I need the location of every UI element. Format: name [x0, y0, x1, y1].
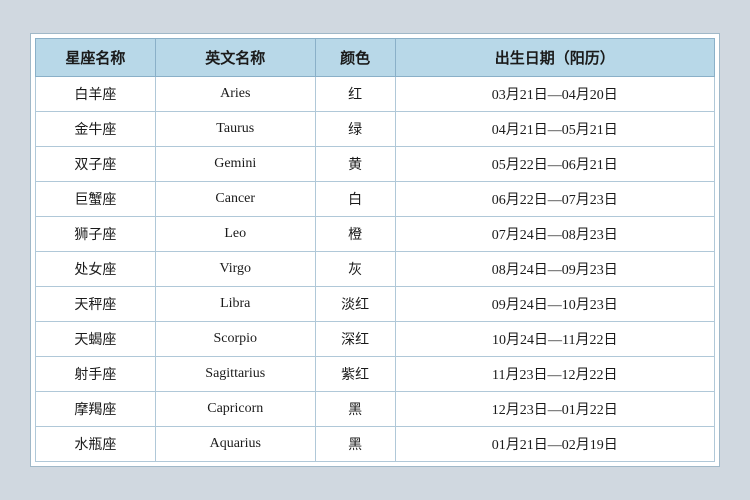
cell-color: 淡红 [315, 287, 395, 322]
zodiac-table-container: 星座名称 英文名称 颜色 出生日期（阳历） 白羊座Aries红03月21日—04… [30, 33, 720, 467]
cell-color: 橙 [315, 217, 395, 252]
table-row: 双子座Gemini黄05月22日—06月21日 [36, 147, 715, 182]
cell-english: Capricorn [155, 392, 315, 427]
cell-date: 04月21日—05月21日 [395, 112, 714, 147]
cell-chinese: 狮子座 [36, 217, 156, 252]
cell-date: 07月24日—08月23日 [395, 217, 714, 252]
table-row: 天秤座Libra淡红09月24日—10月23日 [36, 287, 715, 322]
cell-date: 09月24日—10月23日 [395, 287, 714, 322]
cell-english: Sagittarius [155, 357, 315, 392]
cell-chinese: 射手座 [36, 357, 156, 392]
cell-english: Leo [155, 217, 315, 252]
cell-english: Scorpio [155, 322, 315, 357]
cell-english: Libra [155, 287, 315, 322]
cell-date: 03月21日—04月20日 [395, 77, 714, 112]
table-row: 天蝎座Scorpio深红10月24日—11月22日 [36, 322, 715, 357]
cell-color: 黑 [315, 427, 395, 462]
table-row: 金牛座Taurus绿04月21日—05月21日 [36, 112, 715, 147]
cell-color: 绿 [315, 112, 395, 147]
cell-chinese: 双子座 [36, 147, 156, 182]
table-row: 巨蟹座Cancer白06月22日—07月23日 [36, 182, 715, 217]
cell-date: 05月22日—06月21日 [395, 147, 714, 182]
cell-chinese: 摩羯座 [36, 392, 156, 427]
cell-date: 01月21日—02月19日 [395, 427, 714, 462]
cell-color: 白 [315, 182, 395, 217]
cell-date: 12月23日—01月22日 [395, 392, 714, 427]
cell-color: 灰 [315, 252, 395, 287]
cell-chinese: 天蝎座 [36, 322, 156, 357]
cell-date: 06月22日—07月23日 [395, 182, 714, 217]
cell-chinese: 天秤座 [36, 287, 156, 322]
table-row: 狮子座Leo橙07月24日—08月23日 [36, 217, 715, 252]
cell-chinese: 白羊座 [36, 77, 156, 112]
table-row: 摩羯座Capricorn黑12月23日—01月22日 [36, 392, 715, 427]
cell-english: Aquarius [155, 427, 315, 462]
cell-english: Aries [155, 77, 315, 112]
cell-chinese: 金牛座 [36, 112, 156, 147]
cell-english: Taurus [155, 112, 315, 147]
cell-english: Virgo [155, 252, 315, 287]
cell-chinese: 水瓶座 [36, 427, 156, 462]
cell-english: Gemini [155, 147, 315, 182]
header-english: 英文名称 [155, 39, 315, 77]
cell-chinese: 巨蟹座 [36, 182, 156, 217]
cell-color: 深红 [315, 322, 395, 357]
table-row: 水瓶座Aquarius黑01月21日—02月19日 [36, 427, 715, 462]
table-row: 处女座Virgo灰08月24日—09月23日 [36, 252, 715, 287]
cell-date: 08月24日—09月23日 [395, 252, 714, 287]
cell-color: 红 [315, 77, 395, 112]
header-chinese: 星座名称 [36, 39, 156, 77]
header-color: 颜色 [315, 39, 395, 77]
cell-date: 10月24日—11月22日 [395, 322, 714, 357]
table-row: 射手座Sagittarius紫红11月23日—12月22日 [36, 357, 715, 392]
cell-color: 紫红 [315, 357, 395, 392]
header-date: 出生日期（阳历） [395, 39, 714, 77]
cell-color: 黄 [315, 147, 395, 182]
cell-chinese: 处女座 [36, 252, 156, 287]
table-header-row: 星座名称 英文名称 颜色 出生日期（阳历） [36, 39, 715, 77]
cell-english: Cancer [155, 182, 315, 217]
cell-color: 黑 [315, 392, 395, 427]
cell-date: 11月23日—12月22日 [395, 357, 714, 392]
zodiac-table: 星座名称 英文名称 颜色 出生日期（阳历） 白羊座Aries红03月21日—04… [35, 38, 715, 462]
table-row: 白羊座Aries红03月21日—04月20日 [36, 77, 715, 112]
